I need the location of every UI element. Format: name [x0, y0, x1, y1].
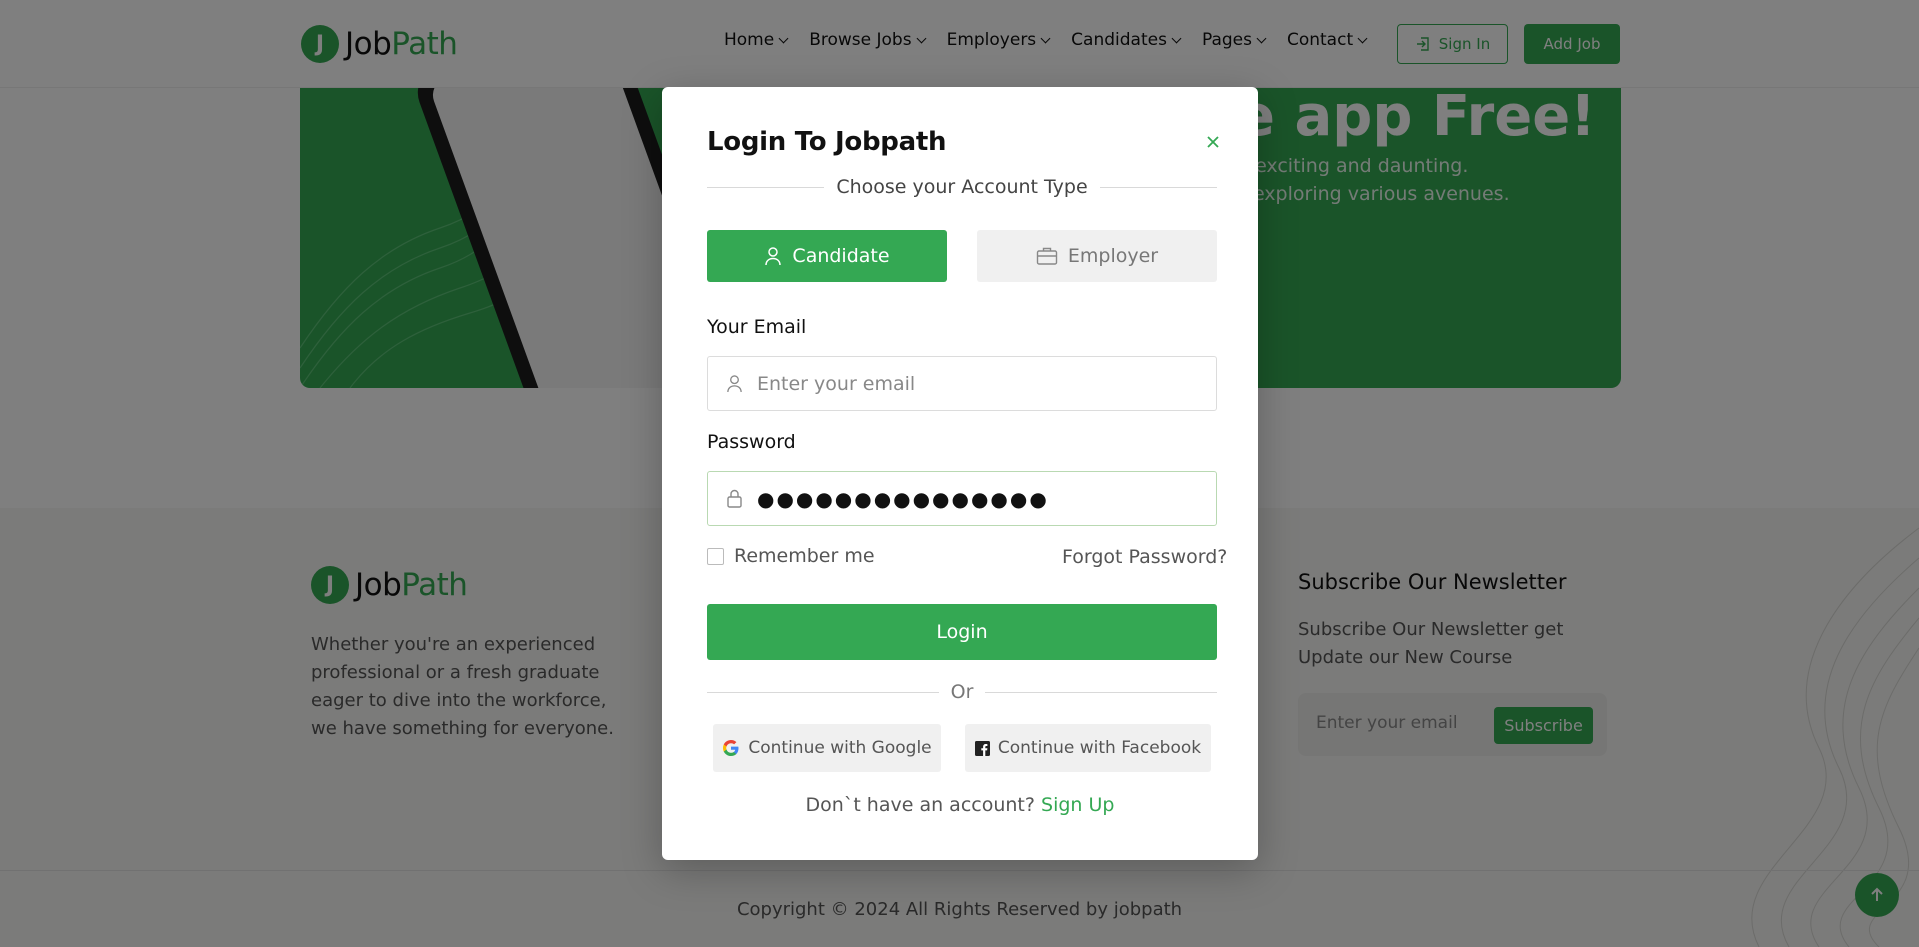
employer-type-button[interactable]: Employer — [977, 230, 1217, 282]
checkbox-box[interactable] — [707, 547, 724, 565]
sign-up-link[interactable]: Sign Up — [1041, 794, 1114, 816]
email-placeholder: Enter your email — [757, 372, 916, 395]
facebook-login-button[interactable]: Continue with Facebook — [965, 724, 1211, 772]
close-button[interactable] — [1202, 131, 1224, 153]
login-modal: Login To Jobpath Choose your Account Typ… — [662, 87, 1258, 860]
email-label: Your Email — [707, 316, 807, 338]
close-icon — [1207, 136, 1219, 148]
modal-title: Login To Jobpath — [707, 127, 947, 157]
briefcase-icon — [1036, 247, 1058, 265]
user-icon — [765, 247, 782, 266]
forgot-password-link[interactable]: Forgot Password? — [1062, 546, 1227, 568]
user-icon — [727, 375, 742, 393]
email-field[interactable]: Enter your email — [707, 356, 1217, 411]
password-label: Password — [707, 431, 796, 453]
or-divider: Or — [707, 680, 1217, 704]
remember-me-checkbox[interactable]: Remember me — [707, 545, 875, 567]
google-login-button[interactable]: Continue with Google — [713, 724, 941, 772]
login-button[interactable]: Login — [707, 604, 1217, 660]
lock-icon — [727, 489, 742, 508]
password-value: ●●●●●●●●●●●●●●● — [757, 486, 1049, 511]
facebook-icon — [974, 740, 990, 756]
account-type-heading: Choose your Account Type — [707, 175, 1217, 199]
account-type-subtitle: Choose your Account Type — [836, 176, 1088, 198]
password-field[interactable]: ●●●●●●●●●●●●●●● — [707, 471, 1217, 526]
signup-prompt: Don`t have an account? Sign Up — [805, 794, 1115, 816]
candidate-type-button[interactable]: Candidate — [707, 230, 947, 282]
google-icon — [723, 740, 739, 756]
